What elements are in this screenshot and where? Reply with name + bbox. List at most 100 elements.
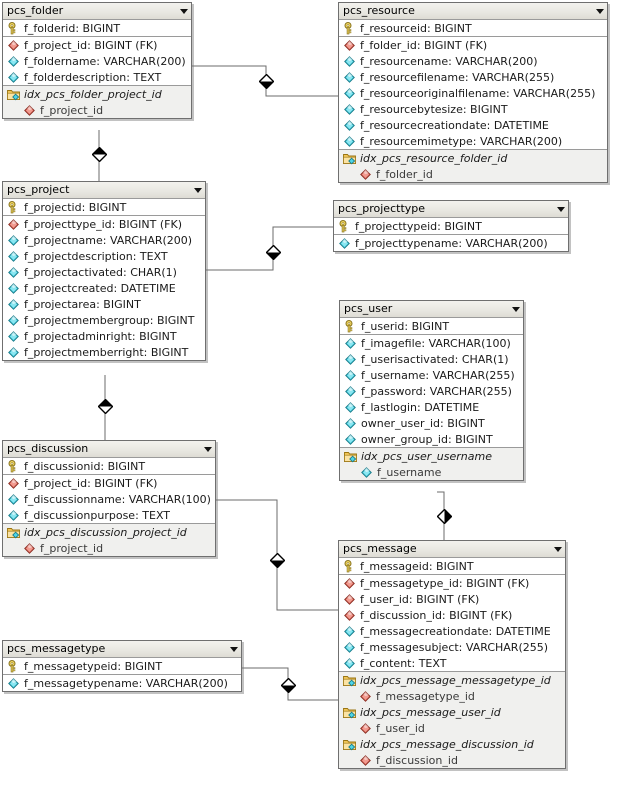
column-row[interactable]: f_password: VARCHAR(255) (340, 383, 523, 399)
relationship-diamond-pcs-project-pcs-folder[interactable] (91, 146, 108, 163)
column-row[interactable]: f_messagecreationdate: DATETIME (339, 623, 565, 639)
column-row[interactable]: owner_user_id: BIGINT (340, 415, 523, 431)
table-header[interactable]: pcs_folder (3, 3, 191, 20)
column-diamond-icon (344, 433, 357, 446)
index-row[interactable]: idx_pcs_message_messagetype_id (339, 672, 565, 688)
column-row[interactable]: f_projectadminright: BIGINT (3, 328, 205, 344)
index-column-row[interactable]: f_user_id (339, 720, 565, 736)
relationship-diamond-pcs-projecttype-pcs-project[interactable] (265, 244, 282, 261)
entity-table-pcs-resource[interactable]: pcs_resource f_resourceid: BIGINT f_folder… (338, 2, 608, 183)
chevron-down-icon[interactable] (512, 306, 520, 312)
column-label: f_projecttypeid: BIGINT (355, 219, 482, 233)
index-row[interactable]: idx_pcs_folder_project_id (3, 86, 191, 102)
chevron-down-icon[interactable] (596, 8, 604, 14)
table-header[interactable]: pcs_messagetype (3, 641, 241, 658)
index-column-row[interactable]: f_messagetype_id (339, 688, 565, 704)
column-row[interactable]: f_messagesubject: VARCHAR(255) (339, 639, 565, 655)
column-label: owner_group_id: BIGINT (361, 432, 493, 446)
column-row[interactable]: f_projectmembergroup: BIGINT (3, 312, 205, 328)
chevron-down-icon[interactable] (204, 446, 212, 452)
column-row[interactable]: f_resourcemimetype: VARCHAR(200) (339, 133, 607, 149)
primary-key-row[interactable]: f_folderid: BIGINT (3, 20, 191, 36)
column-row[interactable]: f_messagetypename: VARCHAR(200) (3, 675, 241, 691)
column-row[interactable]: f_project_id: BIGINT (FK) (3, 475, 215, 491)
primary-key-row[interactable]: f_resourceid: BIGINT (339, 20, 607, 36)
index-column-row[interactable]: f_project_id (3, 102, 191, 118)
column-label: f_messagetype_id: BIGINT (FK) (360, 576, 530, 590)
entity-table-pcs-folder[interactable]: pcs_folder f_folderid: BIGINT f_project_id… (2, 2, 192, 119)
column-row[interactable]: f_projectactivated: CHAR(1) (3, 264, 205, 280)
column-row[interactable]: f_username: VARCHAR(255) (340, 367, 523, 383)
table-header[interactable]: pcs_resource (339, 3, 607, 20)
column-row[interactable]: f_project_id: BIGINT (FK) (3, 37, 191, 53)
column-label: f_imagefile: VARCHAR(100) (361, 336, 511, 350)
column-row[interactable]: f_projectdescription: TEXT (3, 248, 205, 264)
column-row[interactable]: f_projectmemberright: BIGINT (3, 344, 205, 360)
entity-table-pcs-user[interactable]: pcs_user f_userid: BIGINT f_imagefile: VAR… (339, 300, 524, 481)
chevron-down-icon[interactable] (554, 546, 562, 552)
column-row[interactable]: owner_group_id: BIGINT (340, 431, 523, 447)
relationship-diamond-pcs-project-pcs-discussion[interactable] (97, 398, 114, 415)
column-row[interactable]: f_projectarea: BIGINT (3, 296, 205, 312)
column-row[interactable]: f_resourcefilename: VARCHAR(255) (339, 69, 607, 85)
column-row[interactable]: f_content: TEXT (339, 655, 565, 671)
column-row[interactable]: f_discussion_id: BIGINT (FK) (339, 607, 565, 623)
relationship-diamond-pcs-messagetype-pcs-message[interactable] (280, 677, 297, 694)
key-icon (343, 21, 356, 35)
column-row[interactable]: f_resourcebytesize: BIGINT (339, 101, 607, 117)
entity-table-pcs-project[interactable]: pcs_project f_projectid: BIGINT f_projectt… (2, 181, 206, 361)
primary-key-row[interactable]: f_messageid: BIGINT (339, 558, 565, 574)
relationship-diamond-pcs-folder-pcs-resource[interactable] (258, 73, 275, 90)
table-header[interactable]: pcs_discussion (3, 441, 215, 458)
index-folder-icon (7, 526, 20, 539)
column-row[interactable]: f_discussionpurpose: TEXT (3, 507, 215, 523)
chevron-down-icon[interactable] (180, 8, 188, 14)
index-folder-icon (343, 152, 356, 165)
entity-table-pcs-discussion[interactable]: pcs_discussion f_discussionid: BIGINT f_pr… (2, 440, 216, 557)
column-row[interactable]: f_foldername: VARCHAR(200) (3, 53, 191, 69)
column-row[interactable]: f_user_id: BIGINT (FK) (339, 591, 565, 607)
column-label: f_projectname: VARCHAR(200) (24, 233, 193, 247)
primary-key-row[interactable]: f_projecttypeid: BIGINT (334, 218, 568, 234)
column-row[interactable]: f_folder_id: BIGINT (FK) (339, 37, 607, 53)
key-icon (7, 659, 20, 673)
index-column-row[interactable]: f_project_id (3, 540, 215, 556)
relationship-diamond-pcs-discussion-pcs-message[interactable] (269, 552, 286, 569)
entity-table-pcs-message[interactable]: pcs_message f_messageid: BIGINT f_messaget… (338, 540, 566, 769)
primary-key-row[interactable]: f_discussionid: BIGINT (3, 458, 215, 474)
entity-table-pcs-projecttype[interactable]: pcs_projecttype f_projecttypeid: BIGINT f_… (333, 200, 569, 252)
table-header[interactable]: pcs_message (339, 541, 565, 558)
index-row[interactable]: idx_pcs_user_username (340, 448, 523, 464)
chevron-down-icon[interactable] (557, 206, 565, 212)
column-row[interactable]: f_projecttype_id: BIGINT (FK) (3, 216, 205, 232)
column-row[interactable]: f_userisactivated: CHAR(1) (340, 351, 523, 367)
primary-key-row[interactable]: f_messagetypeid: BIGINT (3, 658, 241, 674)
chevron-down-icon[interactable] (230, 646, 238, 652)
index-row[interactable]: idx_pcs_message_user_id (339, 704, 565, 720)
column-row[interactable]: f_resourcecreationdate: DATETIME (339, 117, 607, 133)
entity-table-pcs-messagetype[interactable]: pcs_messagetype f_messagetypeid: BIGINT f_… (2, 640, 242, 692)
index-column-row[interactable]: f_folder_id (339, 166, 607, 182)
index-column-row[interactable]: f_username (340, 464, 523, 480)
column-row[interactable]: f_projecttypename: VARCHAR(200) (334, 235, 568, 251)
chevron-down-icon[interactable] (194, 187, 202, 193)
table-header[interactable]: pcs_project (3, 182, 205, 199)
column-row[interactable]: f_imagefile: VARCHAR(100) (340, 335, 523, 351)
table-header[interactable]: pcs_user (340, 301, 523, 318)
index-row[interactable]: idx_pcs_message_discussion_id (339, 736, 565, 752)
column-row[interactable]: f_resourceoriginalfilename: VARCHAR(255) (339, 85, 607, 101)
column-row[interactable]: f_resourcename: VARCHAR(200) (339, 53, 607, 69)
table-header[interactable]: pcs_projecttype (334, 201, 568, 218)
column-row[interactable]: f_projectcreated: DATETIME (3, 280, 205, 296)
index-column-row[interactable]: f_discussion_id (339, 752, 565, 768)
column-row[interactable]: f_messagetype_id: BIGINT (FK) (339, 575, 565, 591)
primary-key-row[interactable]: f_projectid: BIGINT (3, 199, 205, 215)
column-row[interactable]: f_projectname: VARCHAR(200) (3, 232, 205, 248)
index-row[interactable]: idx_pcs_discussion_project_id (3, 524, 215, 540)
index-row[interactable]: idx_pcs_resource_folder_id (339, 150, 607, 166)
primary-key-row[interactable]: f_userid: BIGINT (340, 318, 523, 334)
relationship-diamond-pcs-user-pcs-message[interactable] (436, 508, 453, 525)
column-row[interactable]: f_folderdescription: TEXT (3, 69, 191, 85)
column-row[interactable]: f_lastlogin: DATETIME (340, 399, 523, 415)
column-row[interactable]: f_discussionname: VARCHAR(100) (3, 491, 215, 507)
